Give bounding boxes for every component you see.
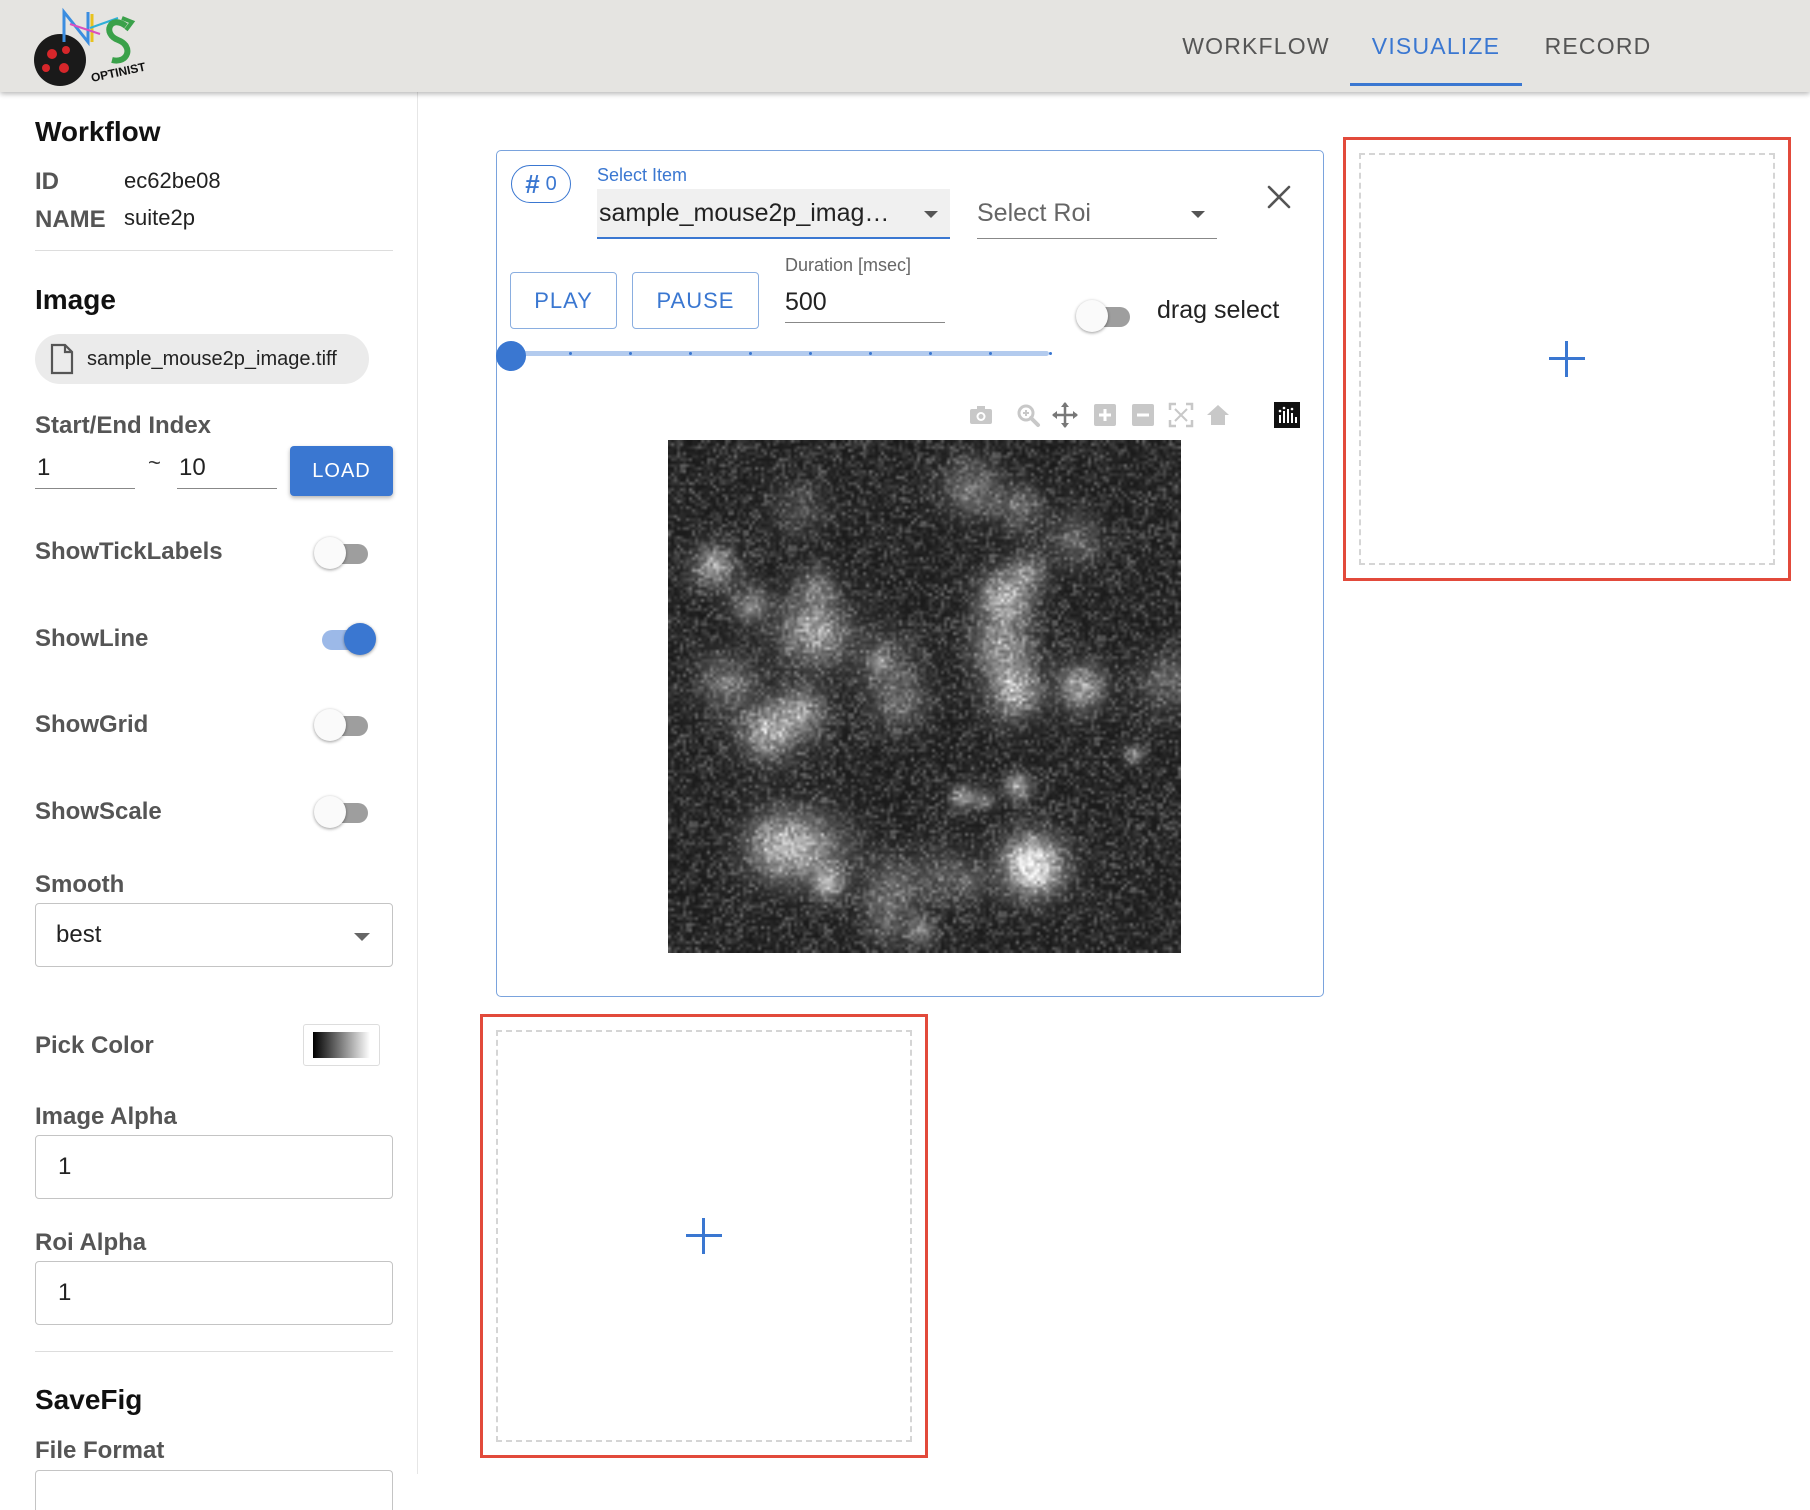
- frame-slider-rail[interactable]: [509, 351, 1049, 356]
- chevron-down-icon: [1191, 211, 1205, 218]
- workflow-name-value: suite2p: [124, 205, 195, 230]
- hash-icon: #: [525, 168, 540, 199]
- plot-index-chip: # 0: [511, 165, 571, 203]
- slider-mark: [989, 352, 992, 355]
- sidebar: Workflow ID ec62be08 NAME suite2p Image …: [0, 92, 418, 1510]
- smooth-select[interactable]: best: [35, 903, 393, 967]
- toggle-label-show-tick-labels: ShowTickLabels: [35, 538, 223, 565]
- chevron-down-icon: [924, 211, 938, 218]
- file-format-label: File Format: [35, 1437, 165, 1464]
- add-plot-dropzone[interactable]: [1359, 153, 1775, 565]
- reset-axes-icon[interactable]: [1204, 401, 1232, 429]
- slider-mark: [629, 352, 632, 355]
- file-icon: [50, 343, 74, 375]
- file-chip-label: sample_mouse2p_image.tiff: [87, 347, 337, 370]
- divider: [35, 1351, 393, 1352]
- app-header: OPTINIST WORKFLOW VISUALIZE RECORD: [0, 0, 1810, 92]
- show-grid-switch[interactable]: [314, 705, 376, 745]
- select-item-dropdown[interactable]: sample_mouse2p_imag…: [597, 189, 950, 239]
- frame-slider-thumb[interactable]: [496, 341, 526, 371]
- image-title: Image: [35, 284, 116, 315]
- workflow-name-label: NAME: [35, 206, 106, 233]
- tab-record[interactable]: RECORD: [1536, 0, 1660, 86]
- divider: [35, 250, 393, 251]
- roi-alpha-input[interactable]: [35, 1261, 393, 1325]
- toggle-label-show-scale: ShowScale: [35, 798, 162, 825]
- tab-visualize[interactable]: VISUALIZE: [1350, 0, 1522, 86]
- plus-icon[interactable]: [684, 1216, 724, 1256]
- plot-index-value: 0: [545, 172, 557, 195]
- smooth-label: Smooth: [35, 871, 125, 898]
- workflow-title: Workflow: [35, 116, 161, 147]
- smooth-select-value: best: [56, 921, 102, 948]
- play-button[interactable]: PLAY: [510, 272, 617, 329]
- slider-mark: [1049, 352, 1052, 355]
- chevron-down-icon: [354, 933, 370, 941]
- show-scale-switch[interactable]: [314, 792, 376, 832]
- visualize-plot-card: # 0 Select Item sample_mouse2p_imag… Sel…: [496, 150, 1324, 997]
- drag-select-label: drag select: [1157, 296, 1280, 324]
- toggle-label-show-line: ShowLine: [35, 625, 149, 652]
- workflow-id-value: ec62be08: [124, 168, 221, 193]
- file-format-select[interactable]: [35, 1470, 393, 1510]
- slider-mark: [749, 352, 752, 355]
- end-index-input[interactable]: [177, 448, 277, 489]
- start-index-input[interactable]: [35, 448, 135, 489]
- tab-workflow[interactable]: WORKFLOW: [1176, 0, 1336, 86]
- zoom-in-icon[interactable]: [1091, 401, 1119, 429]
- slider-mark: [869, 352, 872, 355]
- select-roi-placeholder: Select Roi: [977, 199, 1091, 227]
- workflow-id-label: ID: [35, 168, 59, 195]
- slider-mark: [689, 352, 692, 355]
- select-roi-dropdown[interactable]: Select Roi: [977, 189, 1217, 239]
- colormap-gradient: [313, 1032, 370, 1058]
- savefig-title: SaveFig: [35, 1384, 143, 1415]
- show-line-switch[interactable]: [314, 619, 376, 659]
- camera-icon[interactable]: [967, 401, 995, 429]
- start-end-index-label: Start/End Index: [35, 412, 212, 439]
- drag-select-switch[interactable]: [1076, 296, 1138, 336]
- add-plot-slot-right: [1343, 137, 1791, 581]
- close-icon[interactable]: [1263, 181, 1295, 213]
- slider-mark: [929, 352, 932, 355]
- select-item-value: sample_mouse2p_imag…: [599, 199, 890, 227]
- pick-color-label: Pick Color: [35, 1032, 154, 1059]
- zoom-icon[interactable]: [1014, 401, 1042, 429]
- add-plot-slot-bottom: [480, 1014, 928, 1458]
- show-tick-labels-switch[interactable]: [314, 533, 376, 573]
- image-alpha-input[interactable]: [35, 1135, 393, 1199]
- optinist-logo[interactable]: OPTINIST: [30, 4, 160, 90]
- pause-button[interactable]: PAUSE: [632, 272, 759, 329]
- plotly-logo-icon[interactable]: [1273, 401, 1301, 429]
- roi-alpha-label: Roi Alpha: [35, 1229, 147, 1256]
- plus-icon[interactable]: [1547, 339, 1587, 379]
- color-picker-swatch[interactable]: [303, 1024, 380, 1066]
- pan-icon[interactable]: [1051, 401, 1079, 429]
- file-chip[interactable]: sample_mouse2p_image.tiff: [35, 334, 369, 384]
- load-button[interactable]: LOAD: [290, 446, 393, 496]
- slider-mark: [569, 352, 572, 355]
- slider-mark: [809, 352, 812, 355]
- duration-input[interactable]: [785, 273, 945, 323]
- zoom-out-icon[interactable]: [1129, 401, 1157, 429]
- range-tilde: ~: [148, 450, 161, 475]
- toggle-label-show-grid: ShowGrid: [35, 711, 149, 738]
- two-photon-image[interactable]: [668, 440, 1181, 953]
- select-item-label: Select Item: [597, 165, 688, 185]
- add-plot-dropzone[interactable]: [496, 1030, 912, 1442]
- image-alpha-label: Image Alpha: [35, 1103, 177, 1130]
- autoscale-icon[interactable]: [1167, 401, 1195, 429]
